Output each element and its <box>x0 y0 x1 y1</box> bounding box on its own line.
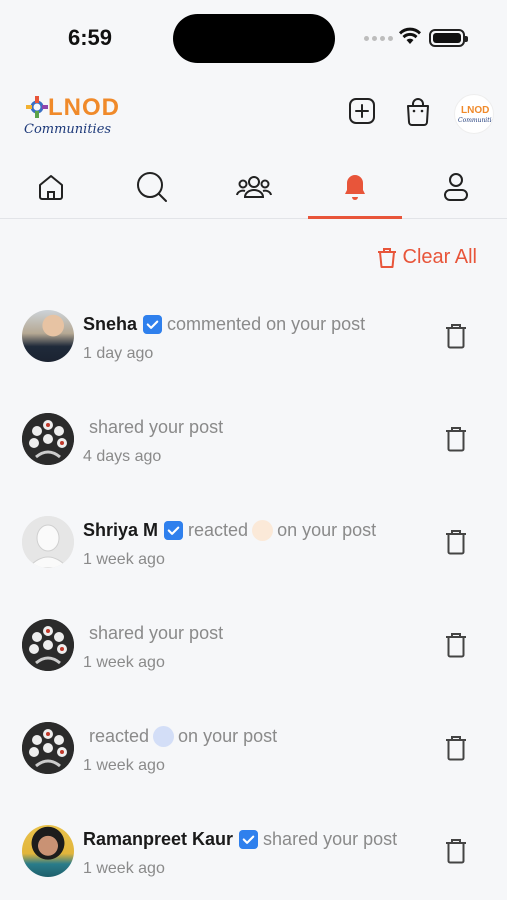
notification-action: reacted <box>188 519 249 540</box>
logo-subtitle: Communities <box>24 122 112 137</box>
tab-search[interactable] <box>101 155 202 218</box>
verified-badge-icon <box>239 829 259 849</box>
battery-icon <box>429 29 468 47</box>
app-header: LNOD Communities LNOD Communities <box>0 76 507 150</box>
dynamic-island <box>173 14 335 63</box>
trash-icon <box>377 247 396 268</box>
create-post-button[interactable] <box>347 96 377 126</box>
plus-square-icon <box>349 98 375 124</box>
trash-icon <box>446 530 466 555</box>
clear-all-button[interactable]: Clear All <box>377 246 477 269</box>
notification-action: shared your post <box>89 416 224 437</box>
logo-mark-icon <box>26 96 48 118</box>
user-avatar[interactable] <box>22 825 74 877</box>
reaction-emoji-icon <box>252 519 274 541</box>
delete-notification-button[interactable] <box>443 630 469 660</box>
notification-action-suffix: on your post <box>277 519 377 540</box>
notification-item[interactable]: Sneha commented on your post 1 day ago <box>0 295 507 398</box>
community-photo-icon <box>22 619 74 671</box>
tab-notifications[interactable] <box>304 155 405 219</box>
verified-badge-icon <box>143 314 163 334</box>
trash-icon <box>446 736 466 761</box>
trash-icon <box>446 839 466 864</box>
notification-item[interactable]: reacted on your post 1 week ago <box>0 707 507 810</box>
wifi-icon <box>399 27 421 44</box>
notification-action: shared your post <box>89 622 224 643</box>
search-icon <box>137 171 168 202</box>
notification-time: 1 week ago <box>83 757 165 774</box>
reaction-emoji-icon <box>153 725 175 747</box>
delete-notification-button[interactable] <box>443 424 469 454</box>
user-name[interactable]: Ramanpreet Kaur <box>83 829 233 850</box>
notification-item[interactable]: shared your post 4 days ago <box>0 398 507 501</box>
main-tab-bar <box>0 155 507 219</box>
group-icon <box>235 175 272 198</box>
notification-item[interactable]: shared your post 1 week ago <box>0 604 507 707</box>
community-photo-icon <box>22 722 74 774</box>
community-photo-icon <box>22 413 74 465</box>
notification-time: 4 days ago <box>83 448 162 465</box>
delete-notification-button[interactable] <box>443 733 469 763</box>
shopping-bag-icon <box>407 98 429 126</box>
notification-time: 1 week ago <box>83 654 165 671</box>
avatar-logo-subtitle: Communities <box>458 117 493 124</box>
avatar-logo-word: LNOD <box>461 105 490 116</box>
group-avatar[interactable] <box>22 619 74 671</box>
user-name[interactable]: Sneha <box>83 314 137 335</box>
tab-profile[interactable] <box>406 155 507 218</box>
group-avatar[interactable] <box>22 722 74 774</box>
tab-community[interactable] <box>203 155 304 218</box>
delete-notification-button[interactable] <box>443 836 469 866</box>
verified-badge-icon <box>164 520 184 540</box>
notification-action: commented on your post <box>167 313 366 334</box>
notification-action-suffix: on your post <box>178 725 278 746</box>
home-icon <box>38 174 63 200</box>
notification-time: 1 day ago <box>83 345 154 362</box>
user-avatar[interactable] <box>22 516 74 568</box>
shop-button[interactable] <box>403 96 433 126</box>
header-avatar[interactable]: LNOD Communities <box>454 94 494 134</box>
trash-icon <box>446 324 466 349</box>
logo-word: LNOD <box>48 94 120 121</box>
group-avatar[interactable] <box>22 413 74 465</box>
default-avatar-icon <box>22 516 74 568</box>
status-bar: 6:59 <box>0 0 507 76</box>
profile-icon <box>444 172 469 201</box>
delete-notification-button[interactable] <box>443 527 469 557</box>
tab-home[interactable] <box>0 155 101 218</box>
clear-all-label: Clear All <box>402 246 477 268</box>
app-logo[interactable]: LNOD Communities <box>22 84 127 140</box>
trash-icon <box>446 633 466 658</box>
notification-action: reacted <box>89 725 150 746</box>
notification-action: shared your post <box>263 828 398 849</box>
signal-icon <box>364 36 393 41</box>
user-name[interactable]: Shriya M <box>83 520 158 541</box>
bell-icon <box>344 174 365 200</box>
notification-time: 1 week ago <box>83 860 165 877</box>
delete-notification-button[interactable] <box>443 321 469 351</box>
notification-time: 1 week ago <box>83 551 165 568</box>
trash-icon <box>446 427 466 452</box>
user-avatar[interactable] <box>22 310 74 362</box>
status-time: 6:59 <box>68 25 113 50</box>
notification-item[interactable]: Shriya M reacted on your post 1 week ago <box>0 501 507 604</box>
notification-list: Sneha commented on your post 1 day ago s <box>0 295 507 900</box>
notification-item[interactable]: Ramanpreet Kaur shared your post 1 week … <box>0 810 507 900</box>
